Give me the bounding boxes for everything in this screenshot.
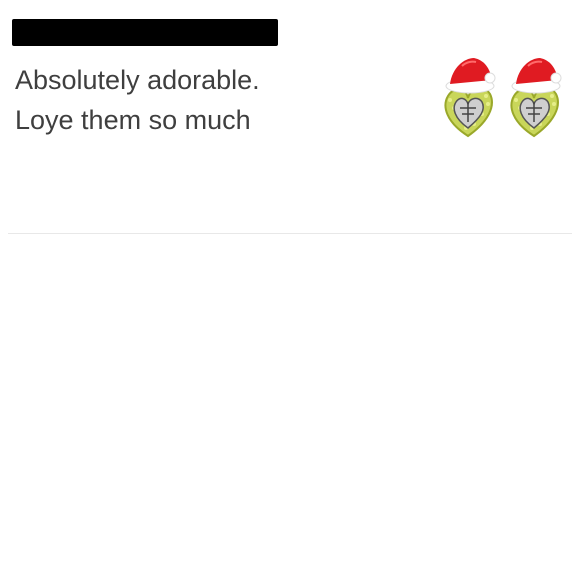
review-text: Absolutely adorable. Loye them so much	[15, 60, 415, 140]
divider	[8, 233, 572, 234]
product-thumbnail[interactable]	[438, 50, 570, 145]
review-line-2: Loye them so much	[15, 105, 251, 135]
review-card: Absolutely adorable. Loye them so much	[0, 0, 580, 580]
santa-hat-heart-earrings-icon	[444, 57, 562, 137]
redacted-reviewer-name	[12, 19, 278, 46]
review-line-1: Absolutely adorable.	[15, 65, 260, 95]
